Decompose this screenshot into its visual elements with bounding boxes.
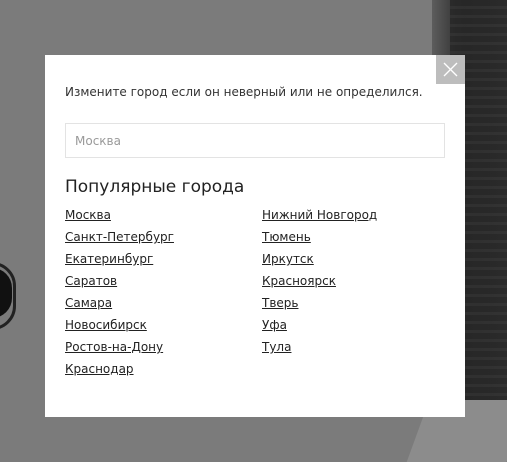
city-link-yekaterinburg[interactable]: Екатеринбург bbox=[65, 252, 153, 266]
list-item: Красноярск bbox=[262, 272, 377, 294]
city-link-tula[interactable]: Тула bbox=[262, 340, 291, 354]
close-icon bbox=[443, 62, 458, 77]
city-link-krasnodar[interactable]: Краснодар bbox=[65, 362, 134, 376]
city-link-ufa[interactable]: Уфа bbox=[262, 318, 287, 332]
city-search-input[interactable] bbox=[65, 123, 445, 158]
list-item: Санкт-Петербург bbox=[65, 228, 174, 250]
list-item: Тюмень bbox=[262, 228, 377, 250]
list-item: Тверь bbox=[262, 294, 377, 316]
popular-cities-list-right: Нижний Новгород Тюмень Иркутск Красноярс… bbox=[262, 206, 377, 360]
city-link-saint-petersburg[interactable]: Санкт-Петербург bbox=[65, 230, 174, 244]
city-link-krasnoyarsk[interactable]: Красноярск bbox=[262, 274, 336, 288]
list-item: Нижний Новгород bbox=[262, 206, 377, 228]
city-link-moscow[interactable]: Москва bbox=[65, 208, 111, 222]
list-item: Екатеринбург bbox=[65, 250, 174, 272]
city-link-tver[interactable]: Тверь bbox=[262, 296, 298, 310]
city-link-saratov[interactable]: Саратов bbox=[65, 274, 117, 288]
city-link-novosibirsk[interactable]: Новосибирск bbox=[65, 318, 147, 332]
list-item: Уфа bbox=[262, 316, 377, 338]
list-item: Саратов bbox=[65, 272, 174, 294]
list-item: Иркутск bbox=[262, 250, 377, 272]
close-button[interactable] bbox=[436, 55, 465, 84]
list-item: Тула bbox=[262, 338, 377, 360]
popular-cities-list-left: Москва Санкт-Петербург Екатеринбург Сара… bbox=[65, 206, 174, 382]
city-link-samara[interactable]: Самара bbox=[65, 296, 112, 310]
list-item: Ростов-на-Дону bbox=[65, 338, 174, 360]
city-link-tyumen[interactable]: Тюмень bbox=[262, 230, 311, 244]
list-item: Новосибирск bbox=[65, 316, 174, 338]
list-item: Краснодар bbox=[65, 360, 174, 382]
city-link-rostov-on-don[interactable]: Ростов-на-Дону bbox=[65, 340, 163, 354]
list-item: Москва bbox=[65, 206, 174, 228]
list-item: Самара bbox=[65, 294, 174, 316]
city-select-modal: Измените город если он неверный или не о… bbox=[45, 55, 465, 417]
city-link-irkutsk[interactable]: Иркутск bbox=[262, 252, 314, 266]
popular-cities-heading: Популярные города bbox=[65, 177, 245, 197]
city-link-nizhny-novgorod[interactable]: Нижний Новгород bbox=[262, 208, 377, 222]
city-prompt-text: Измените город если он неверный или не о… bbox=[65, 85, 423, 99]
